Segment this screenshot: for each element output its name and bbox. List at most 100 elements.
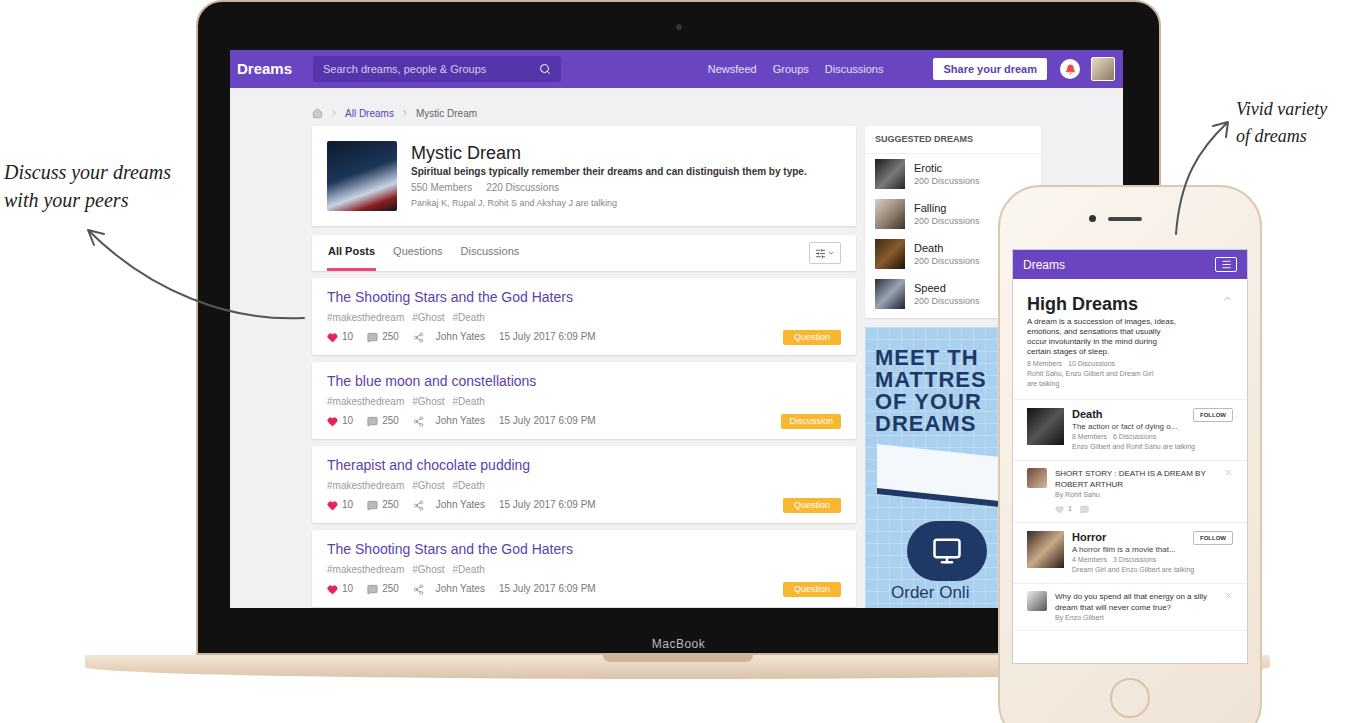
nav-link[interactable]: Discussions bbox=[825, 61, 884, 78]
heart-icon[interactable] bbox=[327, 500, 338, 511]
post-tag[interactable]: #Ghost bbox=[412, 311, 444, 325]
main-column: Mystic DreamSpiritual beings typically r… bbox=[312, 126, 856, 607]
heart-icon[interactable] bbox=[327, 332, 338, 343]
follow-button[interactable]: FOLLOW bbox=[1193, 531, 1233, 545]
post-title[interactable]: The blue moon and constellations bbox=[327, 371, 841, 391]
chevron-right-icon bbox=[329, 108, 339, 118]
phone-post-item[interactable]: Why do you spend all that energy on a si… bbox=[1013, 584, 1247, 631]
post-tag[interactable]: #Ghost bbox=[412, 479, 444, 493]
phone-group-item[interactable]: HorrorA horror film is a movie that...4 … bbox=[1013, 523, 1247, 584]
user-avatar[interactable] bbox=[1091, 57, 1115, 81]
post-tag[interactable]: #Death bbox=[453, 395, 485, 409]
post-tag[interactable]: #makesthedream bbox=[327, 563, 404, 577]
post-tags: #makesthedream #Ghost #Death bbox=[327, 311, 841, 325]
share-dream-button[interactable]: Share your dream bbox=[933, 58, 1047, 80]
heart-icon[interactable] bbox=[1055, 505, 1064, 514]
home-button[interactable] bbox=[1110, 678, 1150, 718]
laptop-camera bbox=[676, 24, 682, 30]
share-icon[interactable] bbox=[413, 416, 424, 427]
post-card[interactable]: The Shooting Stars and the God Haters #ma… bbox=[312, 530, 856, 607]
author-avatar bbox=[1027, 468, 1047, 488]
group-name[interactable]: Horror bbox=[1072, 531, 1185, 544]
share-icon[interactable] bbox=[413, 584, 424, 595]
arrows-icon bbox=[0, 0, 1350, 723]
post-author[interactable]: John Yates bbox=[436, 497, 485, 513]
share-icon[interactable] bbox=[413, 332, 424, 343]
top-nav: DreamsSearch dreams, people & Groups News… bbox=[230, 50, 1123, 88]
suggested-dream-item[interactable]: Erotic200 Discussions bbox=[865, 154, 1041, 194]
follow-button[interactable]: FOLLOW bbox=[1193, 408, 1233, 422]
comment-icon[interactable] bbox=[1080, 505, 1089, 514]
logo[interactable]: Dreams bbox=[237, 58, 313, 81]
like-count: 1 bbox=[1068, 504, 1072, 515]
member-count[interactable]: 550 Members bbox=[411, 181, 472, 195]
search-icon[interactable] bbox=[539, 63, 551, 75]
post-tags: #makesthedream #Ghost #Death bbox=[327, 479, 841, 493]
comment-icon[interactable] bbox=[367, 416, 378, 427]
post-tag[interactable]: #Death bbox=[453, 479, 485, 493]
post-meta: 10250John Yates15 July 2017 6:09 PMQuest… bbox=[327, 581, 841, 597]
phone-camera bbox=[1089, 215, 1096, 222]
comment-count: 250 bbox=[382, 413, 399, 429]
tab[interactable]: Discussions bbox=[460, 235, 521, 271]
phone-logo[interactable]: Dreams bbox=[1023, 256, 1065, 274]
phone-group-item[interactable]: DeathThe action or fact of dying o...8 M… bbox=[1013, 400, 1247, 461]
post-tag[interactable]: #makesthedream bbox=[327, 311, 404, 325]
nav-link[interactable]: Newsfeed bbox=[708, 61, 757, 78]
post-author[interactable]: John Yates bbox=[436, 581, 485, 597]
post-text[interactable]: SHORT STORY : DEATH IS A DREAM BY ROBERT… bbox=[1055, 468, 1216, 490]
post-tabs: All Posts Questions Discussions bbox=[312, 235, 856, 271]
phone-post-item[interactable]: SHORT STORY : DEATH IS A DREAM BY ROBERT… bbox=[1013, 461, 1247, 523]
search-field[interactable]: Search dreams, people & Groups bbox=[313, 56, 561, 82]
post-date: 15 July 2017 6:09 PM bbox=[499, 497, 596, 513]
phone: Dreams High DreamsA dream is a succession… bbox=[998, 185, 1262, 723]
breadcrumb-link[interactable]: All Dreams bbox=[345, 106, 394, 121]
post-tag[interactable]: #Ghost bbox=[412, 395, 444, 409]
post-badge: Question bbox=[783, 498, 841, 513]
close-icon[interactable] bbox=[1224, 468, 1233, 477]
post-author[interactable]: John Yates bbox=[436, 329, 485, 345]
post-tag[interactable]: #makesthedream bbox=[327, 395, 404, 409]
tab[interactable]: All Posts bbox=[327, 235, 376, 271]
menu-button[interactable] bbox=[1215, 257, 1237, 272]
share-icon[interactable] bbox=[413, 500, 424, 511]
group-description: Spiritual beings typically remember thei… bbox=[411, 165, 807, 179]
comment-icon[interactable] bbox=[367, 500, 378, 511]
post-tag[interactable]: #makesthedream bbox=[327, 479, 404, 493]
notification-button[interactable] bbox=[1060, 59, 1080, 79]
home-icon[interactable] bbox=[312, 108, 323, 119]
heart-icon[interactable] bbox=[327, 416, 338, 427]
chevron-down-icon bbox=[827, 249, 835, 257]
heart-icon[interactable] bbox=[327, 584, 338, 595]
filter-icon bbox=[815, 248, 826, 259]
filter-button[interactable] bbox=[809, 242, 841, 264]
post-title[interactable]: Therapist and chocolate pudding bbox=[327, 455, 841, 475]
post-card[interactable]: The blue moon and constellations #makesth… bbox=[312, 362, 856, 439]
post-title[interactable]: The Shooting Stars and the God Haters bbox=[327, 539, 841, 559]
post-date: 15 July 2017 6:09 PM bbox=[499, 329, 596, 345]
nav-link[interactable]: Groups bbox=[773, 61, 809, 78]
post-tags: #makesthedream #Ghost #Death bbox=[327, 563, 841, 577]
post-tag[interactable]: #Death bbox=[453, 563, 485, 577]
collapse-icon[interactable] bbox=[1222, 293, 1233, 304]
post-title[interactable]: The Shooting Stars and the God Haters bbox=[327, 287, 841, 307]
laptop-notch bbox=[603, 655, 753, 662]
post-tag[interactable]: #Ghost bbox=[412, 563, 444, 577]
tab[interactable]: Questions bbox=[392, 235, 444, 271]
post-text[interactable]: Why do you spend all that energy on a si… bbox=[1055, 591, 1216, 613]
phone-group-header: High DreamsA dream is a succession of im… bbox=[1013, 279, 1247, 400]
comment-icon[interactable] bbox=[367, 584, 378, 595]
post-tag[interactable]: #Death bbox=[453, 311, 485, 325]
post-card[interactable]: Therapist and chocolate pudding #makesthe… bbox=[312, 446, 856, 523]
group-header: Mystic DreamSpiritual beings typically r… bbox=[312, 126, 856, 226]
laptop-brand: MacBook bbox=[652, 635, 706, 653]
comment-icon[interactable] bbox=[367, 332, 378, 343]
dream-thumbnail bbox=[875, 239, 905, 269]
group-name[interactable]: Death bbox=[1072, 408, 1185, 421]
phone-nav: Dreams bbox=[1013, 250, 1247, 279]
post-card[interactable]: The Shooting Stars and the God Haters #ma… bbox=[312, 278, 856, 355]
post-author[interactable]: John Yates bbox=[436, 413, 485, 429]
close-icon[interactable] bbox=[1224, 591, 1233, 600]
right-arrow-icon bbox=[1176, 122, 1228, 234]
discussion-count[interactable]: 220 Discussions bbox=[486, 181, 559, 195]
